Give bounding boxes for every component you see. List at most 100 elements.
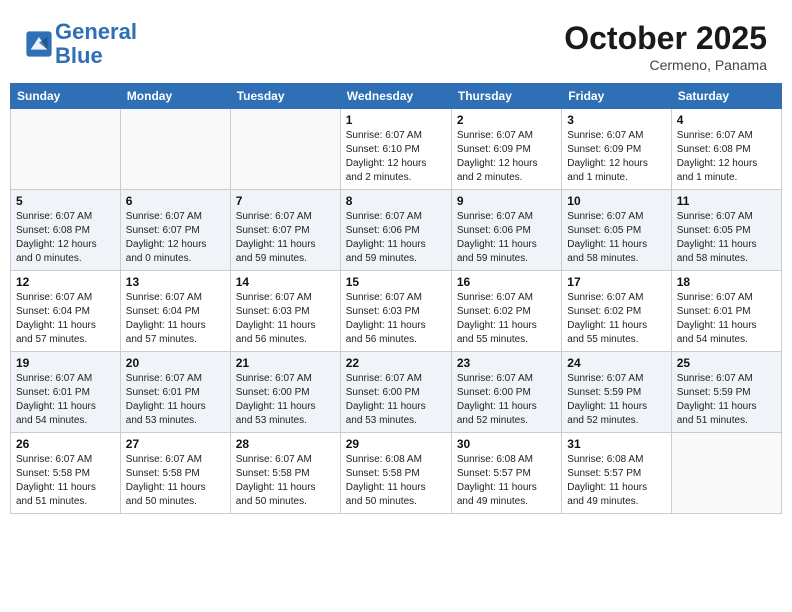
- day-info: Sunrise: 6:07 AM Sunset: 6:02 PM Dayligh…: [457, 291, 556, 347]
- day-number: 9: [457, 194, 556, 208]
- day-number: 28: [236, 437, 335, 451]
- day-number: 3: [567, 113, 665, 127]
- calendar-cell: 11Sunrise: 6:07 AM Sunset: 6:05 PM Dayli…: [671, 190, 781, 271]
- day-number: 8: [346, 194, 446, 208]
- day-number: 15: [346, 275, 446, 289]
- calendar-header-row: SundayMondayTuesdayWednesdayThursdayFrid…: [11, 84, 782, 109]
- day-number: 23: [457, 356, 556, 370]
- day-number: 27: [126, 437, 225, 451]
- day-number: 12: [16, 275, 115, 289]
- weekday-header: Saturday: [671, 84, 781, 109]
- day-number: 25: [677, 356, 776, 370]
- day-number: 1: [346, 113, 446, 127]
- day-info: Sunrise: 6:07 AM Sunset: 5:58 PM Dayligh…: [126, 453, 225, 509]
- day-info: Sunrise: 6:07 AM Sunset: 6:00 PM Dayligh…: [457, 372, 556, 428]
- calendar-cell: 15 Sunrise: 6:07 AM Sunset: 6:03 PM Dayli…: [340, 271, 451, 352]
- calendar-body: 1Sunrise: 6:07 AM Sunset: 6:10 PM Daylig…: [11, 109, 782, 514]
- calendar-cell: 14 Sunrise: 6:07 AM Sunset: 6:03 PM Dayli…: [230, 271, 340, 352]
- day-info: Sunrise: 6:07 AM Sunset: 6:07 PM Dayligh…: [236, 210, 335, 266]
- calendar-cell: [671, 433, 781, 514]
- day-info: Sunrise: 6:07 AM Sunset: 6:03 PM Dayligh…: [236, 291, 335, 347]
- day-number: 31: [567, 437, 665, 451]
- calendar-week-row: 1Sunrise: 6:07 AM Sunset: 6:10 PM Daylig…: [11, 109, 782, 190]
- day-number: 6: [126, 194, 225, 208]
- day-number: 21: [236, 356, 335, 370]
- calendar-cell: 6 Sunrise: 6:07 AM Sunset: 6:07 PM Daylig…: [120, 190, 230, 271]
- day-info: Sunrise: 6:07 AM Sunset: 6:04 PM Dayligh…: [126, 291, 225, 347]
- day-number: 26: [16, 437, 115, 451]
- day-info: Sunrise: 6:07 AM Sunset: 6:02 PM Dayligh…: [567, 291, 665, 347]
- weekday-header: Thursday: [451, 84, 561, 109]
- day-number: 11: [677, 194, 776, 208]
- calendar-cell: 31 Sunrise: 6:08 AM Sunset: 5:57 PM Dayli…: [562, 433, 671, 514]
- day-number: 18: [677, 275, 776, 289]
- weekday-header: Tuesday: [230, 84, 340, 109]
- weekday-header: Wednesday: [340, 84, 451, 109]
- day-info: Sunrise: 6:07 AM Sunset: 5:58 PM Dayligh…: [16, 453, 115, 509]
- calendar-cell: 4Sunrise: 6:07 AM Sunset: 6:08 PM Daylig…: [671, 109, 781, 190]
- calendar-cell: 18 Sunrise: 6:07 AM Sunset: 6:01 PM Dayli…: [671, 271, 781, 352]
- calendar-cell: 28 Sunrise: 6:07 AM Sunset: 5:58 PM Dayli…: [230, 433, 340, 514]
- calendar-cell: 2 Sunrise: 6:07 AM Sunset: 6:09 PM Daylig…: [451, 109, 561, 190]
- logo-line1: General: [55, 19, 137, 44]
- logo-line2: Blue: [55, 43, 103, 68]
- day-info: Sunrise: 6:07 AM Sunset: 6:01 PM Dayligh…: [16, 372, 115, 428]
- day-info: Sunrise: 6:07 AM Sunset: 5:58 PM Dayligh…: [236, 453, 335, 509]
- title-block: October 2025 Cermeno, Panama: [564, 20, 767, 73]
- day-info: Sunrise: 6:07 AM Sunset: 6:04 PM Dayligh…: [16, 291, 115, 347]
- day-info: Sunrise: 6:07 AM Sunset: 6:06 PM Dayligh…: [346, 210, 446, 266]
- day-number: 13: [126, 275, 225, 289]
- day-info: Sunrise: 6:07 AM Sunset: 5:59 PM Dayligh…: [677, 372, 776, 428]
- day-number: 17: [567, 275, 665, 289]
- month-title: October 2025: [564, 20, 767, 57]
- day-info: Sunrise: 6:07 AM Sunset: 6:00 PM Dayligh…: [346, 372, 446, 428]
- day-number: 19: [16, 356, 115, 370]
- day-number: 10: [567, 194, 665, 208]
- day-info: Sunrise: 6:08 AM Sunset: 5:58 PM Dayligh…: [346, 453, 446, 509]
- calendar-cell: 1Sunrise: 6:07 AM Sunset: 6:10 PM Daylig…: [340, 109, 451, 190]
- day-info: Sunrise: 6:08 AM Sunset: 5:57 PM Dayligh…: [567, 453, 665, 509]
- day-number: 5: [16, 194, 115, 208]
- logo: General Blue: [25, 20, 137, 68]
- day-info: Sunrise: 6:07 AM Sunset: 6:06 PM Dayligh…: [457, 210, 556, 266]
- calendar-cell: [11, 109, 121, 190]
- calendar-cell: 21Sunrise: 6:07 AM Sunset: 6:00 PM Dayli…: [230, 352, 340, 433]
- logo-icon: [25, 30, 53, 58]
- day-info: Sunrise: 6:07 AM Sunset: 6:09 PM Dayligh…: [567, 129, 665, 185]
- weekday-header: Friday: [562, 84, 671, 109]
- day-number: 4: [677, 113, 776, 127]
- calendar-cell: 24Sunrise: 6:07 AM Sunset: 5:59 PM Dayli…: [562, 352, 671, 433]
- calendar-cell: 25 Sunrise: 6:07 AM Sunset: 5:59 PM Dayli…: [671, 352, 781, 433]
- day-info: Sunrise: 6:07 AM Sunset: 5:59 PM Dayligh…: [567, 372, 665, 428]
- day-number: 7: [236, 194, 335, 208]
- day-info: Sunrise: 6:07 AM Sunset: 6:07 PM Dayligh…: [126, 210, 225, 266]
- calendar-cell: 17 Sunrise: 6:07 AM Sunset: 6:02 PM Dayli…: [562, 271, 671, 352]
- calendar-cell: 16 Sunrise: 6:07 AM Sunset: 6:02 PM Dayli…: [451, 271, 561, 352]
- day-info: Sunrise: 6:07 AM Sunset: 6:09 PM Dayligh…: [457, 129, 556, 185]
- calendar-table: SundayMondayTuesdayWednesdayThursdayFrid…: [10, 83, 782, 514]
- calendar-cell: 30 Sunrise: 6:08 AM Sunset: 5:57 PM Dayli…: [451, 433, 561, 514]
- day-info: Sunrise: 6:07 AM Sunset: 6:01 PM Dayligh…: [126, 372, 225, 428]
- day-info: Sunrise: 6:08 AM Sunset: 5:57 PM Dayligh…: [457, 453, 556, 509]
- day-info: Sunrise: 6:07 AM Sunset: 6:03 PM Dayligh…: [346, 291, 446, 347]
- calendar-cell: 12 Sunrise: 6:07 AM Sunset: 6:04 PM Dayli…: [11, 271, 121, 352]
- day-number: 22: [346, 356, 446, 370]
- day-number: 2: [457, 113, 556, 127]
- day-info: Sunrise: 6:07 AM Sunset: 6:01 PM Dayligh…: [677, 291, 776, 347]
- calendar-cell: 5 Sunrise: 6:07 AM Sunset: 6:08 PM Daylig…: [11, 190, 121, 271]
- calendar-cell: [120, 109, 230, 190]
- calendar-cell: 26 Sunrise: 6:07 AM Sunset: 5:58 PM Dayli…: [11, 433, 121, 514]
- calendar-cell: 8 Sunrise: 6:07 AM Sunset: 6:06 PM Daylig…: [340, 190, 451, 271]
- calendar-cell: 3 Sunrise: 6:07 AM Sunset: 6:09 PM Daylig…: [562, 109, 671, 190]
- day-info: Sunrise: 6:07 AM Sunset: 6:08 PM Dayligh…: [16, 210, 115, 266]
- weekday-header: Monday: [120, 84, 230, 109]
- day-number: 29: [346, 437, 446, 451]
- calendar-cell: 22 Sunrise: 6:07 AM Sunset: 6:00 PM Dayli…: [340, 352, 451, 433]
- page-header: General Blue October 2025 Cermeno, Panam…: [10, 10, 782, 78]
- day-number: 16: [457, 275, 556, 289]
- day-number: 14: [236, 275, 335, 289]
- day-info: Sunrise: 6:07 AM Sunset: 6:05 PM Dayligh…: [567, 210, 665, 266]
- location-subtitle: Cermeno, Panama: [564, 57, 767, 73]
- calendar-week-row: 12 Sunrise: 6:07 AM Sunset: 6:04 PM Dayli…: [11, 271, 782, 352]
- day-number: 30: [457, 437, 556, 451]
